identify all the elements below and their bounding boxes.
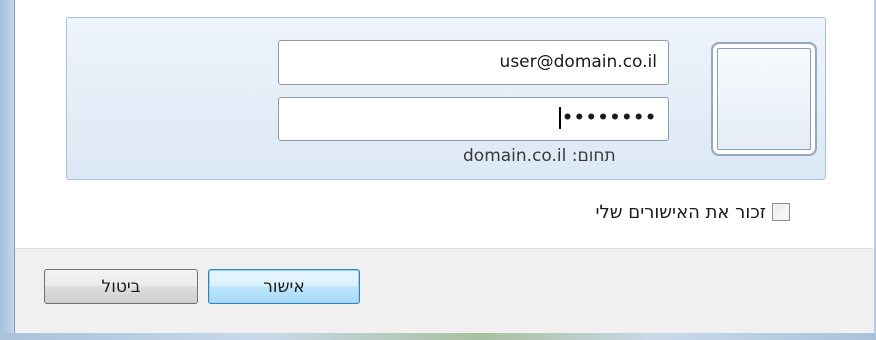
button-bar: ביטול אישור	[15, 248, 874, 334]
window-frame-left	[0, 0, 14, 340]
username-field[interactable]: user@domain.co.il	[278, 40, 669, 85]
user-tile-avatar-icon	[711, 42, 817, 156]
password-mask: ••••••••	[562, 108, 657, 128]
cancel-button[interactable]: ביטול	[44, 269, 198, 304]
credential-tile[interactable]: user@domain.co.il •••••••• תחום: domain.…	[66, 17, 826, 180]
domain-label: תחום: domain.co.il	[463, 146, 616, 166]
password-field[interactable]: ••••••••	[278, 97, 669, 141]
remember-credentials-row[interactable]: זכור את האישורים שלי	[500, 198, 790, 226]
remember-credentials-label[interactable]: זכור את האישורים שלי	[596, 202, 766, 223]
remember-credentials-checkbox[interactable]	[772, 203, 790, 221]
credentials-dialog: user@domain.co.il •••••••• תחום: domain.…	[14, 0, 874, 334]
window-frame-bottom	[0, 333, 876, 340]
text-caret	[559, 107, 562, 129]
ok-button[interactable]: אישור	[208, 269, 360, 304]
